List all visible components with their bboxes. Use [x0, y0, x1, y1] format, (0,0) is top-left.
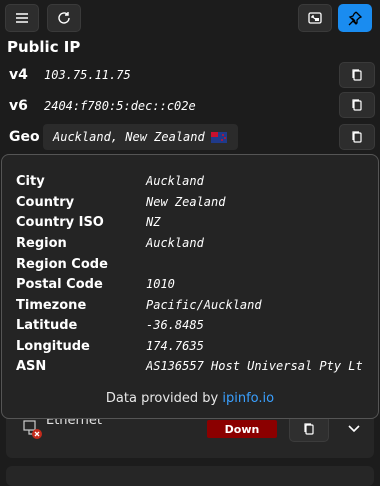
field-value: NZ — [146, 215, 161, 229]
field-label: Country — [16, 195, 75, 210]
field-label: Country ISO — [16, 215, 104, 230]
field-value: Pacific/Auckland — [146, 298, 262, 312]
geo-location-field[interactable]: Auckland, New Zealand — [43, 124, 238, 150]
data-credit: Data provided by ipinfo.io — [2, 391, 378, 406]
field-value: AS136557 Host Universal Pty Lt — [146, 359, 363, 373]
geo-label: Geo — [9, 129, 40, 145]
refresh-button[interactable] — [47, 4, 81, 32]
copy-ipv4-button[interactable] — [339, 62, 375, 88]
field-label: City — [16, 174, 45, 189]
field-label: Postal Code — [16, 277, 103, 292]
ipinfo-link[interactable]: ipinfo.io — [222, 391, 274, 406]
field-label: ASN — [16, 359, 47, 374]
ethernet-disconnected-icon — [23, 420, 42, 439]
copy-icon — [304, 422, 314, 435]
chevron-down-icon[interactable] — [346, 420, 362, 436]
copy-adapter-button[interactable] — [289, 415, 329, 442]
field-value: -36.8485 — [146, 318, 204, 332]
copy-icon — [352, 69, 362, 81]
ipv4-value: 103.75.11.75 — [44, 68, 131, 82]
field-value: Auckland — [146, 174, 204, 188]
geo-details-popup: City Auckland Country New Zealand Countr… — [1, 154, 379, 419]
field-label: Longitude — [16, 339, 90, 354]
adapter-card-next — [6, 466, 374, 486]
copy-geo-button[interactable] — [339, 124, 375, 150]
field-value: 1010 — [146, 277, 175, 291]
pin-icon — [348, 11, 363, 26]
field-value: New Zealand — [146, 195, 226, 209]
ipv6-value: 2404:f780:5:dec::c02e — [44, 99, 196, 113]
menu-button[interactable] — [5, 4, 39, 32]
hamburger-menu-icon — [16, 13, 28, 23]
field-label: Region — [16, 236, 67, 251]
public-ip-title: Public IP — [7, 38, 81, 56]
field-label: Latitude — [16, 318, 78, 333]
geo-location-value: Auckland, New Zealand — [53, 130, 205, 144]
snap-window-button[interactable] — [298, 4, 332, 32]
field-value: 174.7635 — [146, 339, 204, 353]
adapter-status-badge: Down — [207, 420, 277, 438]
field-label: Region Code — [16, 257, 108, 272]
pin-button[interactable] — [338, 4, 372, 32]
copy-ipv6-button[interactable] — [339, 92, 375, 118]
refresh-icon — [58, 12, 70, 24]
credit-text: Data provided by — [105, 391, 223, 406]
snap-window-icon — [308, 12, 322, 24]
copy-icon — [352, 131, 362, 143]
field-value: Auckland — [146, 236, 204, 250]
field-label: Timezone — [16, 298, 87, 313]
ipv6-label: v6 — [9, 98, 28, 114]
nz-flag-icon — [210, 131, 227, 143]
copy-icon — [352, 99, 362, 111]
ipv4-label: v4 — [9, 67, 28, 83]
